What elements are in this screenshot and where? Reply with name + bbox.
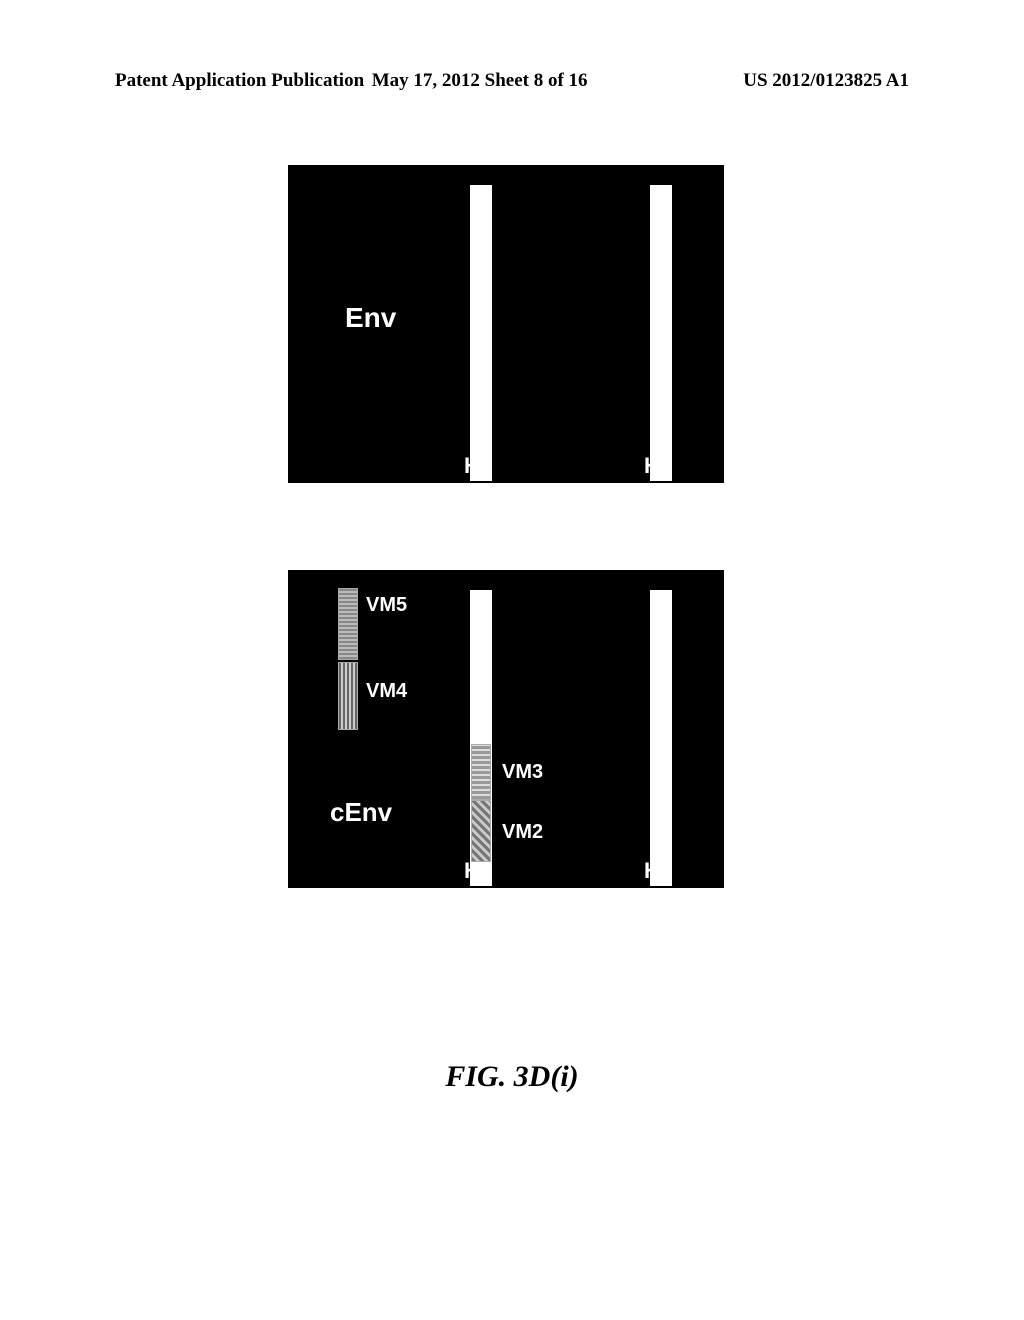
bar-h2-label: H2 — [644, 453, 672, 479]
header-right: US 2012/0123825 A1 — [743, 70, 909, 92]
bar-h2-c-label: H2 — [644, 858, 672, 884]
chart-cenv: cEnv VM4 VM5 VM2 VM3 H1 H2 — [288, 570, 724, 888]
vm4-label: VM4 — [366, 680, 407, 703]
chart-env: Env H1 H2 — [288, 165, 724, 483]
bar-h1-c-label: H1 — [464, 858, 492, 884]
vm3-segment — [471, 744, 491, 800]
env-label: Env — [345, 302, 396, 334]
bar-h1 — [470, 185, 492, 481]
vm3-label: VM3 — [502, 761, 543, 784]
header-center: May 17, 2012 Sheet 8 of 16 — [372, 70, 588, 92]
vm2-label: VM2 — [502, 821, 543, 844]
vm4-segment — [338, 662, 358, 730]
vm5-label: VM5 — [366, 594, 407, 617]
bar-h2-c — [650, 590, 672, 886]
vm2-segment — [471, 800, 491, 862]
cenv-label: cEnv — [330, 797, 392, 828]
bar-h1-label: H1 — [464, 453, 492, 479]
header-left: Patent Application Publication — [115, 70, 364, 92]
page-header: Patent Application Publication May 17, 2… — [115, 70, 909, 92]
bar-h2 — [650, 185, 672, 481]
vm5-segment — [338, 588, 358, 660]
figure-caption: FIG. 3D(i) — [0, 1060, 1024, 1094]
